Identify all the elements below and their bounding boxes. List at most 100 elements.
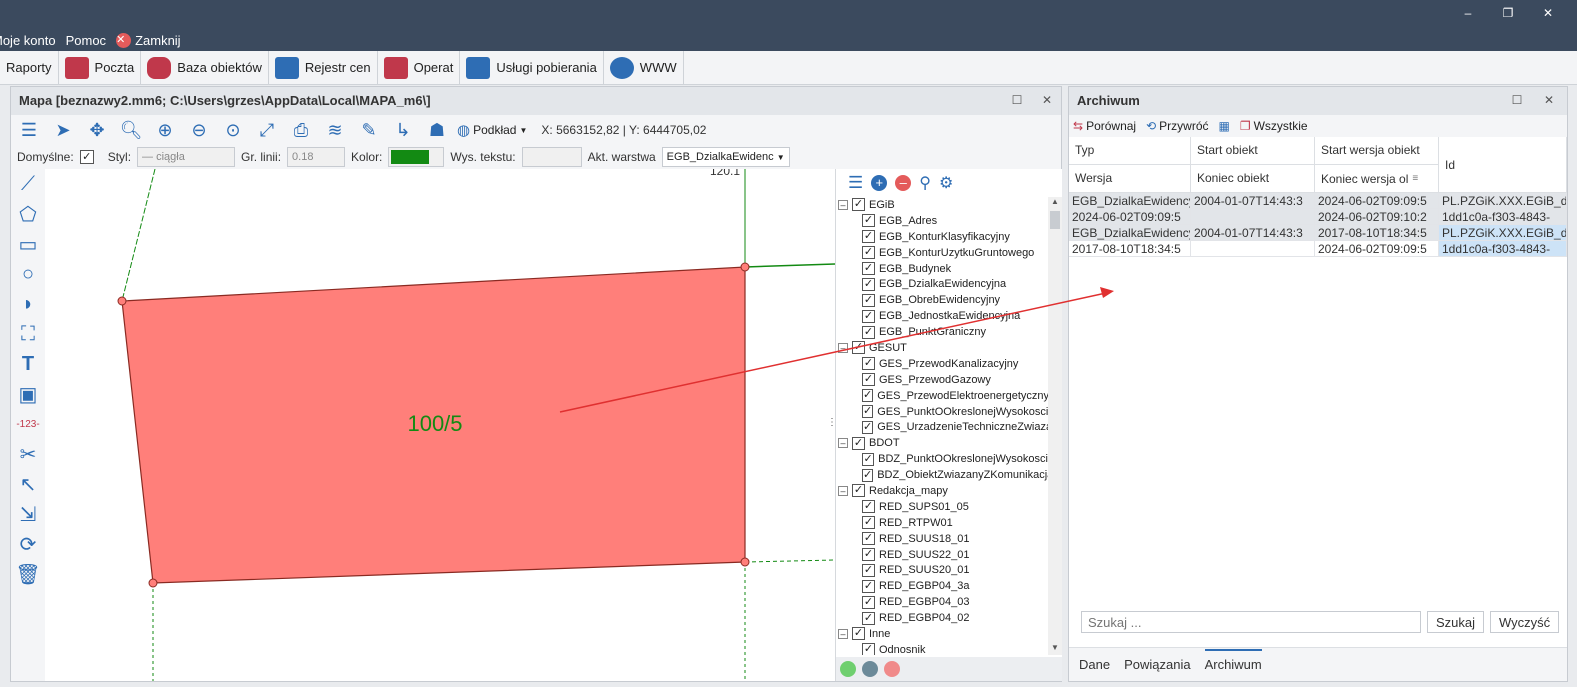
remove-layer-icon[interactable]: – — [895, 175, 912, 191]
close-window-button[interactable]: ✕ — [1538, 6, 1558, 24]
layer-visibility-checkbox[interactable]: ✓ — [862, 643, 875, 655]
move-object-icon[interactable]: ↖ — [11, 469, 45, 499]
layer-group[interactable]: – ✓ Inne — [836, 626, 1048, 642]
ribbon-tab-raporty[interactable]: Raporty — [0, 51, 59, 84]
layer-visibility-checkbox[interactable]: ✓ — [862, 230, 875, 244]
select-arrow-icon[interactable]: ➤ — [49, 118, 77, 142]
layer-item[interactable]: ✓ EGB_Adres — [836, 213, 1048, 229]
find-on-map-button[interactable]: ▦ — [1219, 119, 1230, 133]
layer-item[interactable]: ✓ EGB_JednostkaEwidencyjna — [836, 308, 1048, 324]
layer-visibility-checkbox[interactable]: ✓ — [862, 516, 875, 530]
map-canvas[interactable]: 100/5 120.1 — [45, 169, 835, 681]
text-height-input[interactable] — [521, 147, 582, 167]
layer-visibility-checkbox[interactable]: ✓ — [862, 262, 875, 275]
cell-start-obiekt[interactable]: 2004-01-07T14:43:3 — [1191, 225, 1315, 241]
zoom-window-icon[interactable]: ⊙ — [219, 118, 247, 142]
layer-item[interactable]: ✓ RED_SUUS22_01 — [836, 547, 1048, 563]
layer-visibility-checkbox[interactable]: ✓ — [862, 389, 874, 403]
cell-start-wersja[interactable]: 2024-06-02T09:09:5 — [1315, 193, 1439, 209]
search-layer-icon[interactable]: ⚲ — [919, 173, 931, 193]
layer-visibility-checkbox[interactable]: ✓ — [862, 293, 875, 307]
tab-dane[interactable]: Dane — [1079, 657, 1110, 672]
vertex-handle[interactable] — [740, 557, 750, 567]
image-tool-icon[interactable]: ▣ — [11, 379, 45, 409]
layer-visibility-checkbox[interactable]: ✓ — [862, 595, 875, 609]
dimension-tool-icon[interactable]: -123- — [11, 409, 45, 439]
layer-item[interactable]: ✓ GES_PrzewodGazowy — [836, 372, 1048, 388]
layer-visibility-checkbox[interactable]: ✓ — [862, 309, 875, 323]
scroll-up-arrow[interactable]: ▲ — [1048, 197, 1062, 209]
layer-item[interactable]: ✓ RED_SUUS20_01 — [836, 562, 1048, 578]
layer-group[interactable]: – ✓ BDOT — [836, 435, 1048, 451]
layer-visibility-checkbox[interactable]: ✓ — [862, 420, 874, 434]
cell-id[interactable]: PL.PZGiK.XXX.EGiB_d — [1439, 193, 1567, 209]
fit-extent-icon[interactable]: ⤢ — [253, 118, 281, 142]
line-width-input[interactable]: 0.18 — [287, 147, 346, 167]
layer-item[interactable]: ✓ RED_SUUS18_01 — [836, 531, 1048, 547]
cell-typ[interactable]: EGB_DzialkaEwidency — [1069, 225, 1191, 241]
layer-visibility-checkbox[interactable]: ✓ — [862, 277, 875, 291]
print-icon[interactable]: ⎙ — [287, 118, 315, 142]
ribbon-tab-rejestr-cen[interactable]: Rejestr cen — [269, 51, 378, 84]
layer-item[interactable]: ✓ RED_SUPS01_05 — [836, 499, 1048, 515]
cell-start-obiekt[interactable]: 2004-01-07T14:43:3 — [1191, 193, 1315, 209]
archive-search-input[interactable] — [1081, 611, 1421, 633]
layer-visibility-checkbox[interactable]: ✓ — [862, 405, 874, 419]
cell-wersja[interactable]: 2024-06-02T09:09:5 — [1069, 209, 1191, 225]
layer-visibility-checkbox[interactable]: ✓ — [862, 214, 875, 228]
header-start-obiekt[interactable]: Start obiekt — [1191, 137, 1315, 165]
layer-visibility-checkbox[interactable]: ✓ — [862, 468, 874, 482]
table-row[interactable]: 2024-06-02T09:09:5 2024-06-02T09:10:2 1dd1… — [1069, 209, 1567, 225]
menu-help[interactable]: Pomoc — [66, 33, 106, 48]
scroll-thumb[interactable] — [1050, 211, 1060, 229]
layers-icon[interactable]: ≋ — [321, 118, 349, 142]
cell-typ[interactable]: EGB_DzialkaEwidency — [1069, 193, 1191, 209]
header-id[interactable]: Id — [1439, 137, 1567, 193]
legend-dot-slate[interactable] — [862, 661, 878, 677]
cell-koniec-obiekt[interactable] — [1191, 209, 1315, 225]
circle-tool-icon[interactable]: ○ — [11, 259, 45, 289]
minimize-window-button[interactable]: – — [1458, 6, 1478, 24]
map-maximize-button[interactable]: ☐ — [1009, 93, 1025, 109]
layer-visibility-checkbox[interactable]: ✓ — [862, 325, 875, 339]
add-layer-icon[interactable]: + — [871, 175, 888, 191]
ribbon-tab-www[interactable]: WWW — [604, 51, 684, 84]
edit-style-icon[interactable]: ✎ — [355, 118, 383, 142]
layer-visibility-checkbox[interactable]: ✓ — [862, 246, 875, 260]
active-layer-select[interactable]: EGB_DzialkaEwidenc ▼ — [661, 147, 790, 167]
layer-item[interactable]: ✓ EGB_PunktGraniczny — [836, 324, 1048, 340]
rectangle-tool-icon[interactable]: ▭ — [11, 229, 45, 259]
layer-item[interactable]: ✓ GES_UrzadzenieTechniczneZwiazan — [836, 419, 1048, 435]
layer-visibility-checkbox[interactable]: ✓ — [862, 611, 875, 625]
cell-id[interactable]: 1dd1c0a-f303-4843- — [1439, 209, 1567, 225]
zoom-in-icon[interactable]: ⊕ — [151, 118, 179, 142]
table-row[interactable]: EGB_DzialkaEwidency 2004-01-07T14:43:3 202… — [1069, 193, 1567, 209]
defaults-checkbox[interactable]: ✓ — [79, 150, 94, 164]
zoom-out-icon[interactable]: ⊖ — [185, 118, 213, 142]
layer-group[interactable]: – ✓ Redakcja_mapy — [836, 483, 1048, 499]
compare-button[interactable]: ⇆ Porównaj — [1073, 119, 1136, 133]
table-row[interactable]: 2017-08-10T18:34:5 2024-06-02T09:09:5 1dd1… — [1069, 241, 1567, 257]
layer-visibility-checkbox[interactable]: ✓ — [862, 500, 875, 514]
layer-visibility-checkbox[interactable]: ✓ — [852, 198, 865, 212]
header-start-wersja[interactable]: Start wersja obiekt — [1315, 137, 1439, 165]
delete-icon[interactable]: 🗑︎ — [11, 559, 45, 589]
cell-koniec-wersja[interactable]: 2024-06-02T09:09:5 — [1315, 241, 1439, 257]
header-koniec-obiekt[interactable]: Koniec obiekt — [1191, 165, 1315, 193]
layer-menu-icon[interactable]: ☰ — [848, 173, 863, 193]
layer-item[interactable]: ✓ EGB_KonturUzytkuGruntowego — [836, 245, 1048, 261]
layer-item[interactable]: ✓ RED_EGBP04_03 — [836, 594, 1048, 610]
ribbon-tab-baza-obiektow[interactable]: Baza obiektów — [141, 51, 269, 84]
map-drawing[interactable]: 100/5 120.1 — [45, 169, 835, 681]
restore-window-button[interactable]: ❐ — [1498, 6, 1518, 24]
cell-id[interactable]: PL.PZGiK.XXX.EGiB_d — [1439, 225, 1567, 241]
map-close-button[interactable]: ✕ — [1039, 93, 1055, 109]
menu-close[interactable]: ✕ Zamknij — [116, 32, 181, 48]
layer-item[interactable]: ✓ EGB_ObrebEwidencyjny — [836, 292, 1048, 308]
basemap-dropdown[interactable]: ◍ Podkład ▼ — [457, 121, 527, 139]
vertex-handle[interactable] — [148, 578, 158, 588]
table-row[interactable]: EGB_DzialkaEwidency 2004-01-07T14:43:3 201… — [1069, 225, 1567, 241]
layer-visibility-checkbox[interactable]: ✓ — [862, 373, 875, 387]
layer-visibility-checkbox[interactable]: ✓ — [862, 452, 875, 466]
layer-group[interactable]: – ✓ EGiB — [836, 197, 1048, 213]
